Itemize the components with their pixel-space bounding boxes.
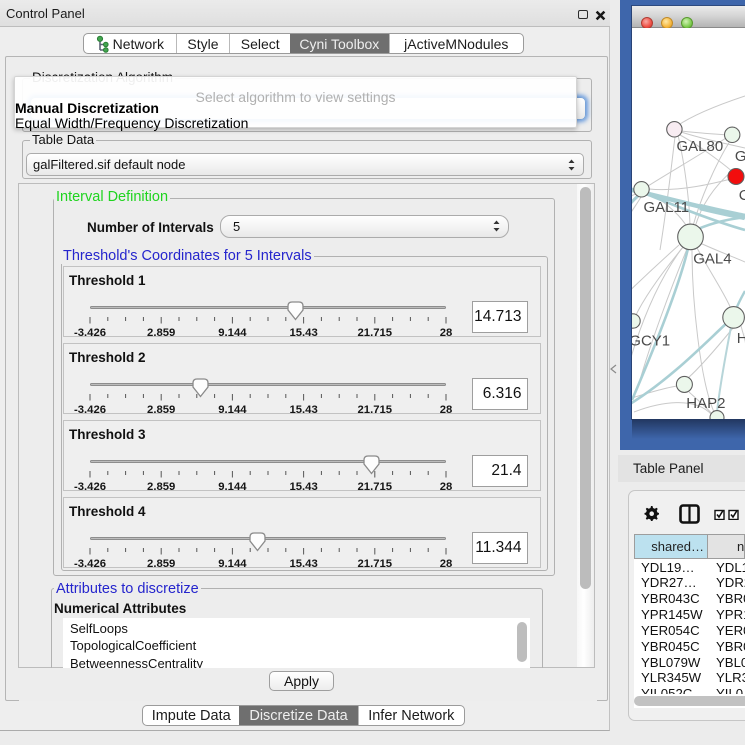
- svg-text:GAL80: GAL80: [677, 138, 724, 155]
- svg-text:C: C: [739, 187, 745, 204]
- svg-text:HAP2: HAP2: [686, 395, 725, 412]
- svg-text:GCY1: GCY1: [632, 333, 670, 350]
- svg-text:GA: GA: [735, 148, 745, 165]
- svg-text:HA: HA: [737, 330, 745, 347]
- svg-text:GAL11: GAL11: [644, 199, 690, 216]
- svg-text:GAL4: GAL4: [693, 251, 731, 268]
